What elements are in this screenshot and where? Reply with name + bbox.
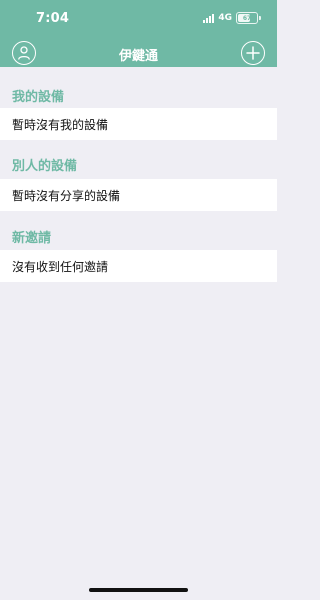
my-devices-empty-row: 暫時沒有我的設備 [0, 108, 277, 140]
my-devices-heading: 我的設備 [12, 90, 65, 105]
home-indicator [89, 588, 188, 592]
signal-icon [203, 13, 215, 23]
others-devices-heading: 別人的設備 [12, 159, 78, 174]
status-time: 7:04 [36, 11, 70, 26]
new-invitations-empty-row: 沒有收到任何邀請 [0, 250, 277, 282]
status-indicators: 4G 67 [203, 12, 261, 24]
battery-tip [259, 16, 261, 20]
battery-icon: 67 [236, 12, 258, 24]
top-header: 7:04 4G 67 伊鍵通 [0, 0, 277, 67]
new-invitations-heading: 新邀請 [12, 231, 52, 246]
add-device-button[interactable] [241, 41, 265, 65]
page-title: 伊鍵通 [118, 49, 158, 64]
battery-percentage: 67 [242, 14, 252, 22]
network-type: 4G [218, 13, 232, 23]
others-devices-empty-row: 暫時沒有分享的設備 [0, 179, 277, 211]
